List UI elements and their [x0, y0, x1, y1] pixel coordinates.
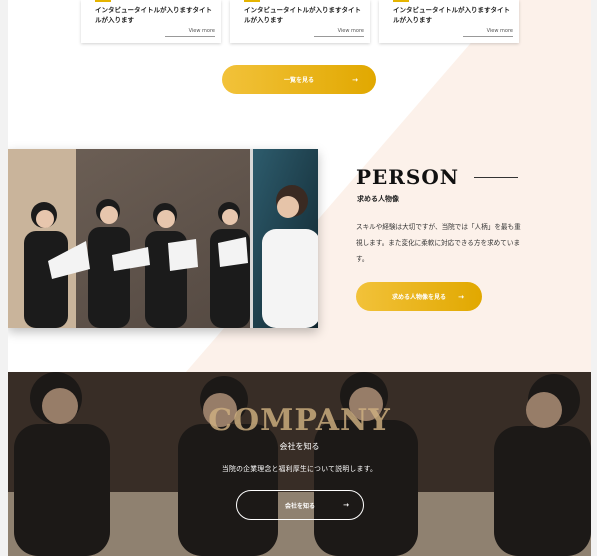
- interview-card[interactable]: インタビュータイトルが入りますタイトルが入ります View more: [81, 0, 221, 43]
- arrow-right-icon: →: [352, 75, 358, 84]
- heading-divider: [474, 177, 518, 178]
- person-description: スキルや経験は大切ですが、当院では「人柄」を最も重視します。また変化に柔軟に対応…: [356, 223, 521, 263]
- company-section: COMPANY 会社を知る 当院の企業理念と福利厚生について説明します。 会社を…: [8, 372, 591, 556]
- interview-card[interactable]: インタビュータイトルが入りますタイトルが入ります View more: [230, 0, 370, 43]
- view-more-link[interactable]: View more: [314, 28, 364, 37]
- view-all-interviews-button[interactable]: 一覧を見る →: [222, 65, 376, 94]
- interview-card-title: インタビュータイトルが入りますタイトルが入ります: [244, 6, 361, 24]
- card-accent-bar: [244, 0, 260, 2]
- company-description: 当院の企業理念と福利厚生について説明します。: [221, 465, 378, 473]
- person-subheading: 求める人物像: [357, 195, 399, 203]
- view-all-label: 一覧を見る: [283, 77, 314, 84]
- arrow-right-icon: →: [343, 501, 349, 509]
- staff-photo: [8, 149, 318, 328]
- company-heading: COMPANY: [208, 403, 391, 438]
- view-more-link[interactable]: View more: [165, 28, 215, 37]
- interview-card-title: インタビュータイトルが入りますタイトルが入ります: [393, 6, 510, 24]
- interview-card-title: インタビュータイトルが入りますタイトルが入ります: [95, 6, 212, 24]
- card-accent-bar: [95, 0, 111, 2]
- person-heading: PERSON: [356, 165, 460, 189]
- company-subheading: 会社を知る: [279, 442, 320, 451]
- company-more-label: 会社を知る: [284, 502, 315, 510]
- person-more-button[interactable]: 求める人物像を見る →: [356, 282, 482, 311]
- view-more-link[interactable]: View more: [463, 28, 513, 37]
- interview-card[interactable]: インタビュータイトルが入りますタイトルが入ります View more: [379, 0, 519, 43]
- arrow-right-icon: →: [458, 292, 464, 301]
- company-more-button[interactable]: 会社を知る →: [236, 490, 364, 520]
- person-more-label: 求める人物像を見る: [391, 294, 446, 301]
- page-frame: インタビュータイトルが入りますタイトルが入ります View more インタビュ…: [8, 0, 591, 556]
- card-accent-bar: [393, 0, 409, 2]
